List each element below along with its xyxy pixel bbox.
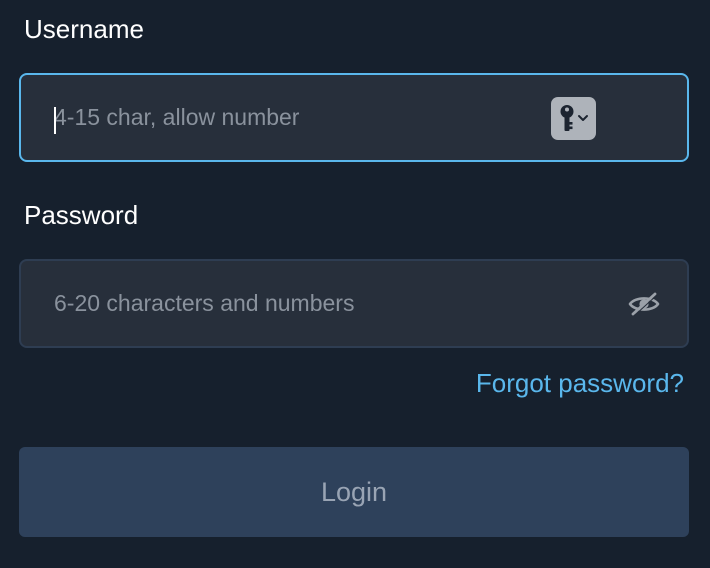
username-input[interactable] (54, 75, 534, 160)
username-field[interactable] (19, 73, 689, 162)
text-caret (54, 107, 56, 134)
password-label: Password (24, 200, 139, 230)
password-field[interactable] (19, 259, 689, 348)
username-label: Username (24, 14, 144, 44)
eye-off-icon[interactable] (628, 290, 660, 318)
forgot-password-link[interactable]: Forgot password? (476, 368, 684, 398)
login-button[interactable]: Login (19, 447, 689, 537)
key-autofill-icon[interactable] (551, 97, 596, 140)
password-input[interactable] (54, 261, 534, 346)
